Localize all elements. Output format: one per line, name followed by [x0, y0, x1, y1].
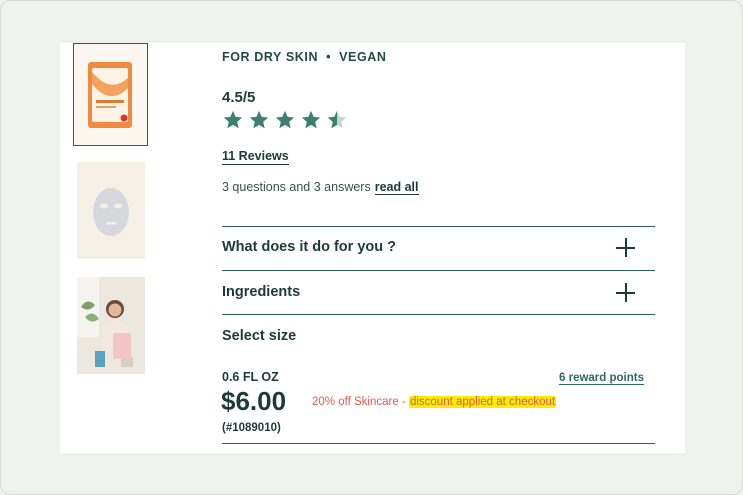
questions-answers: 3 questions and 3 answers read all: [222, 180, 419, 195]
accordion-what-it-does[interactable]: What does it do for you ?: [222, 239, 396, 255]
divider: [222, 226, 655, 227]
promo-highlight: discount applied at checkout: [408, 396, 557, 408]
star-icon: [301, 110, 321, 129]
plus-icon[interactable]: [616, 283, 635, 302]
product-card: FOR DRY SKIN • VEGAN 4.5/5 11 Reviews 3 qu…: [60, 43, 685, 453]
plus-icon[interactable]: [616, 238, 635, 257]
read-all-link[interactable]: read all: [374, 180, 419, 195]
sku: (#1089010): [222, 422, 281, 434]
star-icon: [249, 110, 269, 129]
divider: [222, 270, 655, 271]
qa-summary: 3 questions and 3 answers: [222, 180, 371, 194]
divider: [222, 314, 655, 315]
size-option[interactable]: 0.6 FL OZ: [222, 370, 279, 384]
promo-text: 20% off Skincare - discount applied at c…: [312, 396, 557, 408]
window-frame: FOR DRY SKIN • VEGAN 4.5/5 11 Reviews 3 qu…: [0, 0, 743, 495]
rating-text: 4.5/5: [222, 89, 256, 106]
product-tags: FOR DRY SKIN • VEGAN: [222, 50, 387, 64]
star-icon: [223, 110, 243, 129]
tag-separator: •: [326, 50, 332, 64]
half-star-icon: [327, 110, 347, 129]
tag-vegan: VEGAN: [339, 50, 387, 64]
reward-points-link[interactable]: 6 reward points: [559, 372, 644, 385]
divider: [222, 443, 655, 444]
price: $6.00: [221, 386, 287, 416]
reviews-link[interactable]: 11 Reviews: [222, 149, 289, 165]
thumbnail-model-photo[interactable]: [77, 277, 145, 374]
select-size-heading: Select size: [222, 328, 297, 344]
star-icon: [275, 110, 295, 129]
accordion-ingredients[interactable]: Ingredients: [222, 284, 300, 300]
thumbnail-packet[interactable]: [73, 43, 148, 146]
promo-prefix: 20% off Skincare -: [312, 396, 409, 408]
rating-stars: [222, 109, 348, 131]
tag-dry-skin: FOR DRY SKIN: [222, 50, 319, 64]
thumbnail-sheet-mask[interactable]: [77, 162, 145, 259]
